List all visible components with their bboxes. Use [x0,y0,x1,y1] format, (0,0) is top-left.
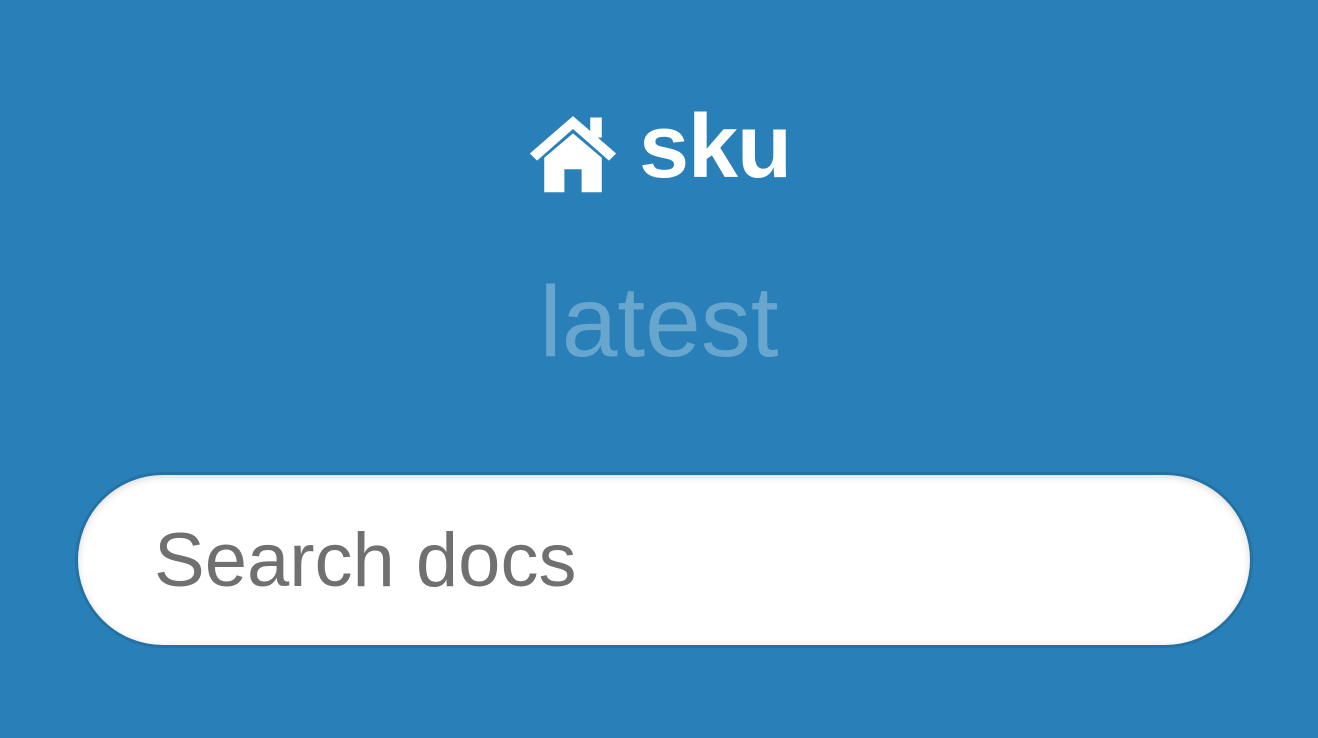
sidebar-nav-header: sku latest [0,0,1318,738]
search-input[interactable] [75,472,1253,648]
search-form [75,472,1253,648]
version-label: latest [539,266,779,378]
home-icon [527,106,619,198]
project-home-link[interactable]: sku [0,92,1318,202]
project-name: sku [638,97,792,197]
